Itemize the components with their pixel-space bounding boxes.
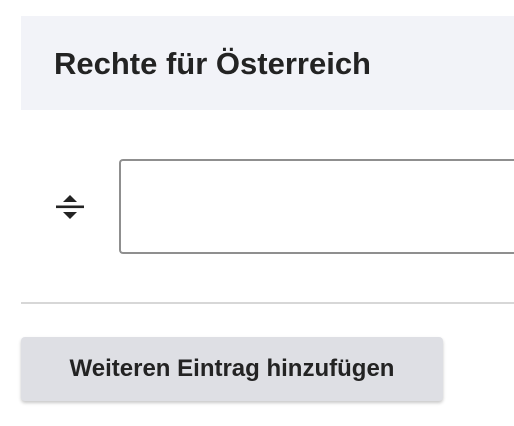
drag-handle-icon[interactable]: [54, 190, 86, 224]
page: Rechte für Österreich Weiteren Eintrag h…: [0, 0, 514, 426]
divider: [21, 302, 514, 304]
entry-input[interactable]: [119, 159, 514, 254]
add-entry-button[interactable]: Weiteren Eintrag hinzufügen: [21, 337, 443, 401]
section-header: Rechte für Österreich: [21, 16, 514, 110]
section-title: Rechte für Österreich: [54, 46, 371, 81]
